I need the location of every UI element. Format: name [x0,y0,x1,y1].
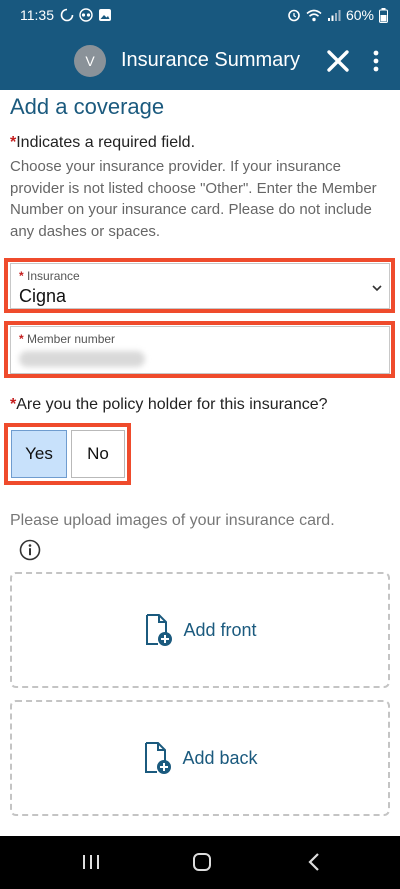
recent-apps-icon[interactable] [80,853,102,871]
member-number-field[interactable]: * Member number [10,326,390,374]
insurance-value: Cigna [19,286,67,306]
member-number-value-redacted [19,351,145,367]
system-nav-bar [0,836,400,889]
add-back-label: Add back [182,747,258,768]
policy-holder-question-text: Are you the policy holder for this insur… [16,396,328,413]
required-asterisk: * [19,332,28,346]
signal-icon [327,9,341,21]
required-note-text: Indicates a required field. [16,134,196,151]
wifi-icon [306,9,322,21]
insurance-label: * Insurance [19,269,80,283]
required-asterisk: * [19,269,28,283]
home-icon[interactable] [191,851,213,873]
gallery-icon [99,9,111,21]
back-icon[interactable] [306,852,322,872]
form-content: Add a coverage *Indicates a required fie… [0,90,400,836]
avatar[interactable]: V [74,45,106,77]
alarm-icon [288,9,300,22]
insurance-select[interactable]: * Insurance Cigna [10,263,390,309]
member-number-label-text: Member number [27,332,116,346]
battery-icon [379,7,388,23]
required-note: *Indicates a required field. [10,134,195,152]
status-bar: 11:35 60% [0,0,400,30]
close-icon[interactable] [324,47,352,75]
form-heading: Add a coverage [10,94,165,119]
add-document-icon [146,614,173,646]
member-number-label: * Member number [19,332,115,346]
policy-holder-question: *Are you the policy holder for this insu… [10,396,328,414]
insurance-label-text: Insurance [27,269,80,283]
status-time: 11:35 [20,7,54,23]
add-front-upload[interactable]: Add front [10,572,390,688]
sync-icon [60,8,74,22]
add-back-upload[interactable]: Add back [10,700,390,816]
info-icon[interactable] [19,539,41,561]
add-front-label: Add front [183,619,257,640]
page-title: Insurance Summary [121,49,300,71]
add-document-icon [145,742,172,774]
policy-holder-yes-button[interactable]: Yes [11,430,67,478]
policy-holder-no-button[interactable]: No [71,430,125,478]
chevron-down-icon [372,285,382,292]
app-bar: V Insurance Summary [0,30,400,90]
form-instructions: Choose your insurance provider. If your … [10,158,377,240]
hidden-eyes-icon [79,8,93,22]
upload-prompt: Please upload images of your insurance c… [10,512,335,529]
battery-text: 60% [345,7,374,23]
more-vert-icon[interactable] [366,48,386,74]
